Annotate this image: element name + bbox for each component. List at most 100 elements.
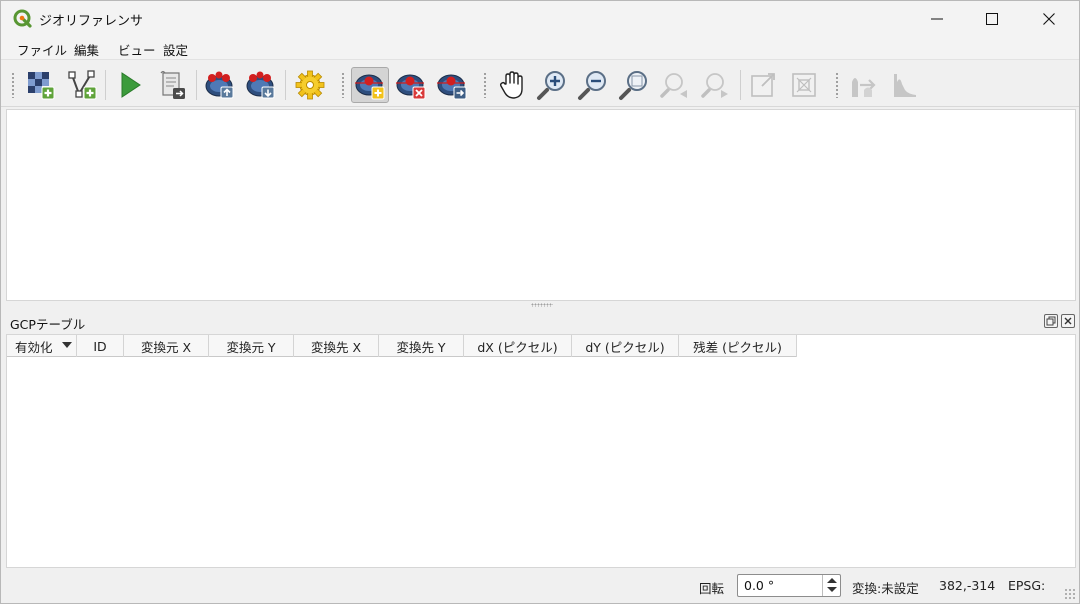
link-georeferencer-to-qgis-button[interactable] xyxy=(745,67,783,103)
rotation-value[interactable]: 0.0 ° xyxy=(744,578,774,593)
column-header-label: 有効化 xyxy=(15,339,53,355)
map-canvas[interactable] xyxy=(6,109,1076,301)
menu-bar: ファイル 編集 ビュー 設定 xyxy=(1,37,1079,59)
minimize-icon xyxy=(931,18,943,20)
column-header-label: 変換元 Y xyxy=(226,339,276,355)
column-header-source-x[interactable]: 変換元 X xyxy=(124,335,209,357)
rotation-spinbox[interactable]: 0.0 ° xyxy=(737,574,841,597)
close-icon xyxy=(1064,317,1072,325)
gcp-table[interactable]: 有効化 ID 変換元 X 変換元 Y 変換先 X 変換先 Y dX (ピクセル)… xyxy=(6,334,1076,568)
column-header-label: ID xyxy=(93,338,107,354)
georeferencer-window: ジオリファレンサ ファイル 編集 ビュー 設定 GCPテーブル 有効化 ID 変… xyxy=(0,0,1080,604)
column-header-label: dY (ピクセル) xyxy=(585,339,665,355)
zoom-last-button[interactable] xyxy=(656,67,694,103)
toolbar-separator xyxy=(105,70,106,100)
toolbar-separator xyxy=(285,70,286,100)
zoom-next-button[interactable] xyxy=(697,67,735,103)
column-header-dy[interactable]: dY (ピクセル) xyxy=(572,335,679,357)
zoom-to-layer-button[interactable] xyxy=(615,67,653,103)
toolbar-grip[interactable] xyxy=(341,72,345,98)
window-title: ジオリファレンサ xyxy=(39,14,144,29)
column-header-dx[interactable]: dX (ピクセル) xyxy=(464,335,572,357)
toolbar-separator xyxy=(740,70,741,100)
close-button[interactable] xyxy=(1021,1,1077,37)
save-gcp-points-icon xyxy=(246,71,275,99)
spin-buttons xyxy=(822,575,840,596)
add-point-icon xyxy=(355,74,385,100)
column-header-source-y[interactable]: 変換元 Y xyxy=(209,335,294,357)
menu-settings[interactable]: 設定 xyxy=(163,40,188,59)
run-button[interactable] xyxy=(111,67,149,103)
close-icon xyxy=(1043,13,1055,25)
zoom-to-layer-icon xyxy=(619,71,647,100)
gcp-table-title: GCPテーブル xyxy=(10,317,86,332)
minimize-button[interactable] xyxy=(909,1,965,37)
toolbar-grip[interactable] xyxy=(835,72,839,98)
full-histogram-stretch-icon xyxy=(852,78,876,97)
generate-script-button[interactable] xyxy=(153,67,191,103)
maximize-button[interactable] xyxy=(964,1,1020,37)
transform-status: 変換:未設定 xyxy=(852,581,919,596)
pan-icon xyxy=(499,71,523,99)
column-header-label: dX (ピクセル) xyxy=(477,339,558,355)
dock-float-button[interactable] xyxy=(1044,314,1058,328)
menu-file[interactable]: ファイル xyxy=(17,40,67,59)
full-histogram-stretch-button[interactable] xyxy=(845,67,883,103)
move-gcp-point-button[interactable] xyxy=(433,67,471,103)
local-histogram-stretch-button[interactable] xyxy=(886,67,924,103)
start-georeferencing-icon xyxy=(68,70,97,100)
coordinate-readout: 382,-314 xyxy=(939,578,996,593)
gear-icon xyxy=(295,70,325,100)
load-gcp-button[interactable] xyxy=(201,67,239,103)
toolbar xyxy=(1,59,1079,107)
chevron-down-icon[interactable] xyxy=(827,587,837,592)
rotation-label: 回転 xyxy=(699,581,725,596)
column-header-label: 変換元 X xyxy=(140,339,192,355)
link-qgis-to-georeferencer-icon xyxy=(792,73,816,97)
menu-edit[interactable]: 編集 xyxy=(74,40,99,59)
column-header-label: 残差 (ピクセル) xyxy=(693,339,782,355)
toolbar-separator xyxy=(196,70,197,100)
status-bar: 回転 0.0 ° 変換:未設定 382,-314 EPSG: xyxy=(1,569,1079,603)
local-histogram-stretch-icon xyxy=(894,74,916,97)
maximize-icon xyxy=(986,13,998,25)
column-header-enabled[interactable]: 有効化 xyxy=(7,335,77,357)
zoom-last-icon xyxy=(660,73,687,98)
delete-point-button[interactable] xyxy=(392,67,430,103)
link-qgis-to-georeferencer-button[interactable] xyxy=(785,67,823,103)
column-header-id[interactable]: ID xyxy=(77,335,124,357)
table-header: 有効化 ID 変換元 X 変換元 Y 変換先 X 変換先 Y dX (ピクセル)… xyxy=(7,335,797,357)
epsg-status[interactable]: EPSG: xyxy=(1008,578,1045,593)
toolbar-grip[interactable] xyxy=(11,72,15,98)
script-icon xyxy=(160,70,185,99)
delete-point-icon xyxy=(396,74,426,100)
add-point-button[interactable] xyxy=(351,67,389,103)
column-header-dest-y[interactable]: 変換先 Y xyxy=(379,335,464,357)
zoom-in-button[interactable] xyxy=(533,67,571,103)
column-header-label: 変換先 Y xyxy=(396,339,446,355)
save-gcp-button[interactable] xyxy=(242,67,280,103)
column-header-residual[interactable]: 残差 (ピクセル) xyxy=(679,335,797,357)
chevron-up-icon[interactable] xyxy=(827,578,837,583)
move-gcp-point-icon xyxy=(437,74,467,100)
link-georeferencer-to-qgis-icon xyxy=(751,73,775,97)
zoom-next-icon xyxy=(701,73,728,98)
dock-close-button[interactable] xyxy=(1061,314,1075,328)
zoom-out-icon xyxy=(578,71,606,100)
start-georeferencing-button[interactable] xyxy=(63,67,101,103)
load-gcp-points-icon xyxy=(205,71,234,99)
column-header-dest-x[interactable]: 変換先 X xyxy=(294,335,379,357)
float-icon xyxy=(1046,316,1056,326)
column-header-label: 変換先 X xyxy=(310,339,362,355)
menu-view[interactable]: ビュー xyxy=(118,40,156,59)
transformation-settings-button[interactable] xyxy=(291,67,329,103)
pan-button[interactable] xyxy=(493,67,531,103)
toolbar-grip[interactable] xyxy=(483,72,487,98)
open-raster-button[interactable] xyxy=(21,67,59,103)
resize-grip[interactable] xyxy=(1064,588,1076,600)
title-bar: ジオリファレンサ xyxy=(1,1,1079,37)
splitter-handle[interactable] xyxy=(531,303,553,307)
sort-down-icon xyxy=(62,342,72,348)
zoom-out-button[interactable] xyxy=(574,67,612,103)
play-icon xyxy=(121,72,141,98)
